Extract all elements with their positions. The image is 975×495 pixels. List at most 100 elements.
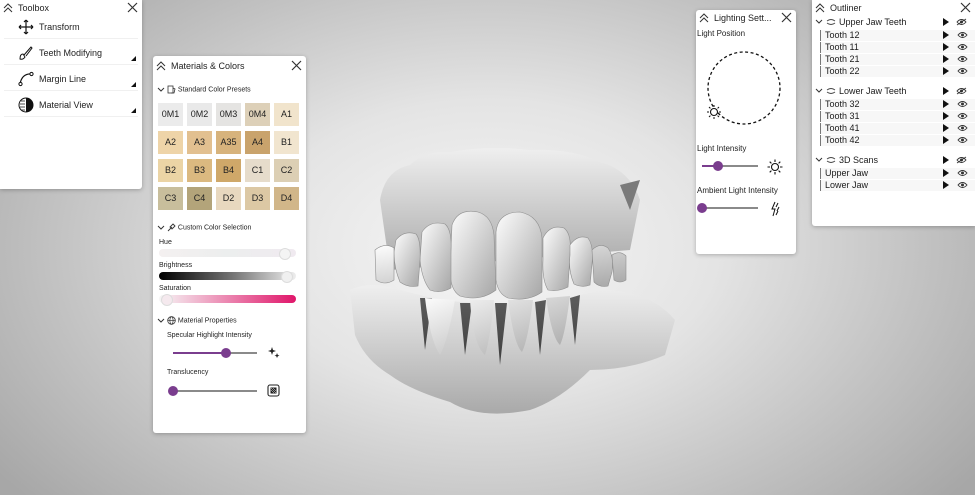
light-position-dial[interactable] [702, 50, 786, 128]
outliner-item[interactable]: Tooth 41 [820, 123, 975, 134]
outliner-group[interactable]: Lower Jaw Teeth [812, 86, 975, 98]
collapse-up-icon[interactable] [3, 2, 13, 14]
eye-icon[interactable] [957, 55, 968, 63]
specular-slider[interactable] [173, 348, 257, 358]
ambient-slider[interactable] [697, 203, 758, 213]
close-icon[interactable] [960, 2, 971, 13]
color-swatch[interactable]: A3 [187, 131, 212, 154]
expand-corner-icon[interactable] [131, 108, 136, 113]
color-swatch[interactable]: C2 [274, 159, 299, 182]
color-swatch[interactable]: 0M1 [158, 103, 183, 126]
outliner-item-label[interactable]: Tooth 12 [825, 30, 860, 40]
play-icon[interactable] [943, 136, 949, 144]
play-icon[interactable] [943, 112, 949, 120]
tool-transform[interactable]: Transform [4, 16, 138, 39]
color-swatch[interactable]: 0M2 [187, 103, 212, 126]
slider-knob[interactable] [712, 161, 723, 171]
ambient-light-icon[interactable] [769, 201, 781, 217]
outliner-item-label[interactable]: Tooth 21 [825, 54, 860, 64]
eye-icon[interactable] [957, 181, 968, 189]
outliner-item[interactable]: Upper Jaw [820, 168, 975, 179]
eye-hidden-icon[interactable] [956, 87, 967, 95]
play-icon[interactable] [943, 87, 949, 95]
play-icon[interactable] [943, 181, 949, 189]
play-icon[interactable] [943, 169, 949, 177]
material-props-header[interactable]: Material Properties [157, 316, 237, 325]
outliner-group[interactable]: 3D Scans [812, 155, 975, 167]
tool-margin-line[interactable]: Margin Line [4, 68, 138, 91]
outliner-item[interactable]: Tooth 42 [820, 135, 975, 146]
outliner-item-label[interactable]: Lower Jaw [825, 180, 868, 190]
color-swatch[interactable]: C1 [245, 159, 270, 182]
eye-icon[interactable] [957, 43, 968, 51]
light-intensity-slider[interactable] [702, 161, 758, 171]
eye-icon[interactable] [957, 100, 968, 108]
outliner-item-label[interactable]: Tooth 42 [825, 135, 860, 145]
eye-icon[interactable] [957, 112, 968, 120]
color-swatch[interactable]: D3 [245, 187, 270, 210]
eye-hidden-icon[interactable] [956, 156, 967, 164]
close-icon[interactable] [127, 2, 138, 13]
expand-corner-icon[interactable] [131, 56, 136, 61]
color-swatch[interactable]: A2 [158, 131, 183, 154]
collapse-up-icon[interactable] [156, 60, 166, 72]
brightness-bar[interactable] [159, 272, 296, 280]
outliner-item[interactable]: Tooth 21 [820, 54, 975, 65]
color-swatch[interactable]: A4 [245, 131, 270, 154]
slider-knob[interactable] [168, 386, 178, 396]
play-icon[interactable] [943, 43, 949, 51]
play-icon[interactable] [943, 31, 949, 39]
chevron-down-icon[interactable] [815, 88, 823, 94]
play-icon[interactable] [943, 18, 949, 26]
chevron-down-icon[interactable] [815, 157, 823, 163]
outliner-item-label[interactable]: Tooth 11 [825, 42, 859, 52]
sparkle-icon[interactable] [267, 346, 280, 359]
outliner-item[interactable]: Tooth 22 [820, 66, 975, 77]
outliner-group[interactable]: Upper Jaw Teeth [812, 17, 975, 29]
collapse-up-icon[interactable] [815, 2, 825, 14]
slider-knob[interactable] [220, 348, 231, 358]
eye-icon[interactable] [957, 136, 968, 144]
tool-teeth-modifying[interactable]: Teeth Modifying [4, 42, 138, 65]
translucency-slider[interactable] [168, 386, 257, 396]
color-swatch[interactable]: B2 [158, 159, 183, 182]
slider-knob[interactable] [697, 203, 707, 213]
collapse-up-icon[interactable] [699, 12, 709, 24]
color-swatch[interactable]: C4 [187, 187, 212, 210]
saturation-bar[interactable] [159, 295, 296, 303]
eye-icon[interactable] [957, 169, 968, 177]
outliner-item[interactable]: Lower Jaw [820, 180, 975, 191]
color-swatch[interactable]: C3 [158, 187, 183, 210]
sun-icon[interactable] [767, 159, 783, 175]
sun-icon[interactable] [707, 105, 721, 119]
dental-model[interactable] [330, 140, 690, 425]
color-swatch[interactable]: D2 [216, 187, 241, 210]
color-swatch[interactable]: A1 [274, 103, 299, 126]
outliner-item[interactable]: Tooth 12 [820, 30, 975, 41]
outliner-item-label[interactable]: Upper Jaw [825, 168, 868, 178]
presets-header[interactable]: Standard Color Presets [157, 85, 251, 94]
color-swatch[interactable]: D4 [274, 187, 299, 210]
color-swatch[interactable]: 0M3 [216, 103, 241, 126]
chevron-down-icon[interactable] [815, 19, 823, 25]
eye-icon[interactable] [957, 124, 968, 132]
play-icon[interactable] [943, 67, 949, 75]
outliner-item-label[interactable]: Tooth 32 [825, 99, 860, 109]
hue-bar[interactable] [159, 249, 296, 257]
outliner-item[interactable]: Tooth 32 [820, 99, 975, 110]
outliner-item-label[interactable]: Tooth 22 [825, 66, 860, 76]
eye-hidden-icon[interactable] [956, 18, 967, 26]
outliner-item[interactable]: Tooth 11 [820, 42, 975, 53]
color-swatch[interactable]: B3 [187, 159, 212, 182]
color-swatch[interactable]: A35 [216, 131, 241, 154]
color-swatch[interactable]: 0M4 [245, 103, 270, 126]
tool-material-view[interactable]: Material View [4, 94, 138, 117]
play-icon[interactable] [943, 100, 949, 108]
close-icon[interactable] [781, 12, 792, 23]
eye-icon[interactable] [957, 31, 968, 39]
color-swatch[interactable]: B4 [216, 159, 241, 182]
layers-icon[interactable] [267, 384, 280, 397]
color-swatch[interactable]: B1 [274, 131, 299, 154]
custom-color-header[interactable]: Custom Color Selection [157, 223, 251, 232]
eye-icon[interactable] [957, 67, 968, 75]
